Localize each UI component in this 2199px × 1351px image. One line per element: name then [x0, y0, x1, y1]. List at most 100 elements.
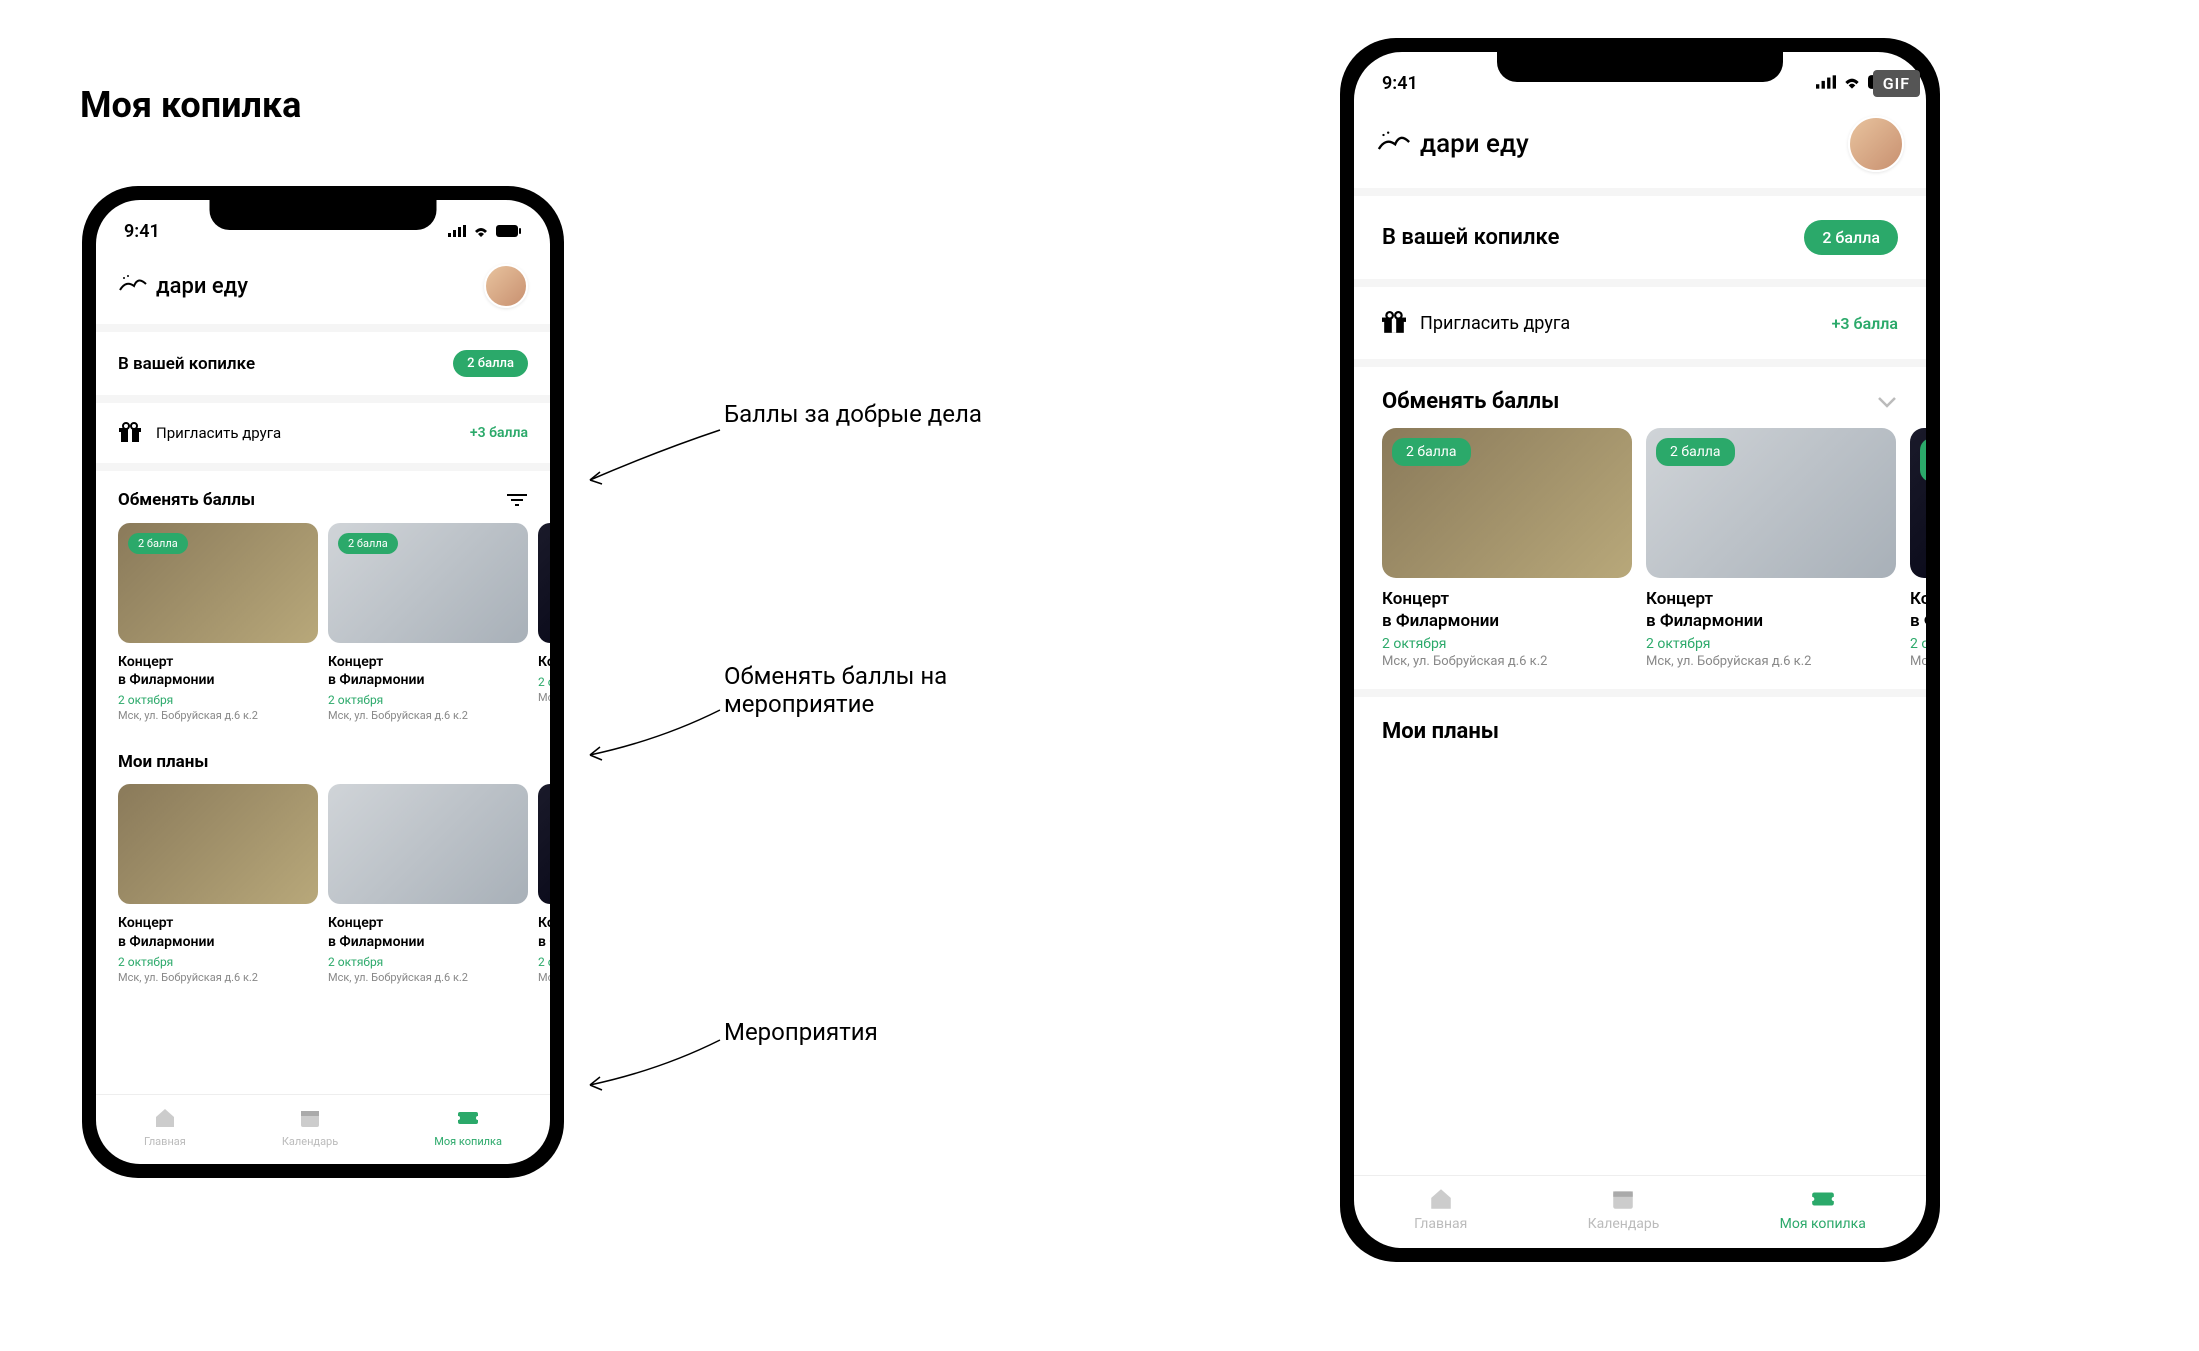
event-card[interactable]: Концерт 2 о Мс [538, 523, 550, 722]
annotation-balance: Баллы за добрые дела [724, 400, 982, 428]
card-title: Концертв Филармонии [118, 914, 318, 950]
plans-cards[interactable]: Концертв Филармонии 2 октября Мск, ул. Б… [96, 784, 550, 983]
divider [96, 463, 550, 471]
card-badge: 2 балла [1656, 438, 1735, 466]
card-badge: 2 б [1920, 438, 1926, 482]
home-icon [1428, 1186, 1454, 1212]
phone-notch [1497, 52, 1783, 82]
exchange-cards[interactable]: 2 балла Концертв Филармонии 2 октября Мс… [1354, 428, 1926, 669]
card-address: Мск, ул. Бобруйская д.6 к.2 [1382, 654, 1632, 669]
exchange-header: Обменять баллы [1354, 367, 1926, 428]
card-date: 2 октября [1382, 636, 1632, 652]
signal-icon [448, 221, 466, 242]
event-card[interactable]: 2 балла Концертв Филармонии 2 октября Мс… [1382, 428, 1632, 669]
app-header: дари еду [96, 248, 550, 324]
card-date: 2 о [538, 955, 550, 969]
event-card[interactable]: Концертв Филармонии 2 октября Мск, ул. Б… [328, 784, 528, 983]
card-badge: 2 балла [338, 533, 398, 554]
arrow-icon [580, 420, 730, 500]
card-address: Мс [538, 971, 550, 984]
balance-badge: 2 балла [1804, 220, 1898, 255]
card-title: Концертв Филармонии [1382, 588, 1632, 632]
chevron-down-icon[interactable] [1876, 391, 1898, 413]
tab-label: Календарь [1588, 1216, 1660, 1232]
card-title: Концертв Филармонии [328, 914, 528, 950]
signal-icon [1816, 73, 1836, 94]
app-header: дари еду [1354, 100, 1926, 188]
wifi-icon [472, 221, 490, 242]
card-title: Концерт [538, 653, 550, 671]
invite-text: Пригласить друга [1420, 313, 1570, 334]
gif-badge: GIF [1873, 70, 1920, 97]
tab-label: Моя копилка [434, 1135, 502, 1148]
tab-home[interactable]: Главная [144, 1105, 186, 1148]
invite-text: Пригласить друга [156, 424, 281, 442]
card-title: Концертв Филармонии [1646, 588, 1896, 632]
plans-title: Мои планы [118, 752, 208, 772]
avatar[interactable] [484, 264, 528, 308]
invite-row[interactable]: Пригласить друга +3 балла [96, 403, 550, 463]
balance-row[interactable]: В вашей копилке 2 балла [96, 332, 550, 395]
card-date: 2 октября [118, 955, 318, 969]
balance-badge: 2 балла [453, 350, 528, 377]
event-card[interactable]: Ков Ф 2 о Мс [538, 784, 550, 983]
tab-home[interactable]: Главная [1414, 1186, 1467, 1232]
avatar[interactable] [1848, 116, 1904, 172]
card-date: 2 ок [1910, 636, 1926, 652]
phone-mockup-left: 9:41 дари еду В вашей копилке 2 балла [82, 186, 564, 1178]
card-address: Мск [1910, 654, 1926, 669]
calendar-icon [297, 1105, 323, 1131]
event-card[interactable]: 2 б Концв Фил 2 ок Мск [1910, 428, 1926, 669]
phone-mockup-right: GIF 9:41 дари еду В вашей копилке 2 балл… [1340, 38, 1940, 1262]
tab-piggy[interactable]: Моя копилка [434, 1105, 502, 1148]
card-address: Мс [538, 691, 550, 704]
exchange-header: Обменять баллы [96, 471, 550, 523]
card-title: Концертв Филармонии [328, 653, 528, 689]
event-card[interactable]: Концертв Филармонии 2 октября Мск, ул. Б… [118, 784, 318, 983]
card-title: Ков Ф [538, 914, 550, 950]
app-name: дари еду [1420, 129, 1529, 159]
card-address: Мск, ул. Бобруйская д.6 к.2 [328, 709, 528, 722]
card-title: Концертв Филармонии [118, 653, 318, 689]
battery-icon [496, 221, 522, 242]
divider [96, 395, 550, 403]
status-time: 9:41 [1382, 73, 1418, 94]
event-card[interactable]: 2 балла Концертв Филармонии 2 октября Мс… [1646, 428, 1896, 669]
card-address: Мск, ул. Бобруйская д.6 к.2 [1646, 654, 1896, 669]
filter-icon[interactable] [506, 489, 528, 511]
tab-piggy[interactable]: Моя копилка [1780, 1186, 1866, 1232]
tab-label: Главная [144, 1135, 186, 1148]
exchange-title: Обменять баллы [1382, 389, 1559, 414]
exchange-title: Обменять баллы [118, 490, 255, 510]
divider [1354, 279, 1926, 287]
plans-header: Мои планы [1354, 697, 1926, 758]
annotation-events: Мероприятия [724, 1018, 878, 1046]
calendar-icon [1610, 1186, 1636, 1212]
tab-calendar[interactable]: Календарь [282, 1105, 338, 1148]
app-logo: дари еду [118, 272, 248, 300]
card-title: Концв Фил [1910, 588, 1926, 632]
arrow-icon [580, 1030, 730, 1110]
tab-bar: Главная Календарь Моя копилка [1354, 1175, 1926, 1248]
exchange-cards[interactable]: 2 балла Концертв Филармонии 2 октября Мс… [96, 523, 550, 722]
tab-label: Календарь [282, 1135, 338, 1148]
logo-icon [1376, 128, 1412, 160]
tab-bar: Главная Календарь Моя копилка [96, 1094, 550, 1164]
card-badge: 2 балла [1392, 438, 1471, 466]
event-card[interactable]: 2 балла Концертв Филармонии 2 октября Мс… [118, 523, 318, 722]
card-date: 2 октября [1646, 636, 1896, 652]
event-card[interactable]: 2 балла Концертв Филармонии 2 октября Мс… [328, 523, 528, 722]
logo-icon [118, 272, 148, 300]
balance-label: В вашей копилке [118, 354, 255, 374]
status-time: 9:41 [124, 221, 160, 242]
invite-row[interactable]: Пригласить друга +3 балла [1354, 287, 1926, 359]
card-date: 2 октября [118, 693, 318, 707]
balance-row[interactable]: В вашей копилке 2 балла [1354, 196, 1926, 279]
tab-calendar[interactable]: Календарь [1588, 1186, 1660, 1232]
page-title: Моя копилка [80, 84, 301, 126]
phone-notch [210, 200, 437, 230]
app-logo: дари еду [1376, 128, 1529, 160]
card-address: Мск, ул. Бобруйская д.6 к.2 [118, 709, 318, 722]
invite-bonus: +3 балла [1832, 314, 1898, 333]
tab-label: Главная [1414, 1216, 1467, 1232]
